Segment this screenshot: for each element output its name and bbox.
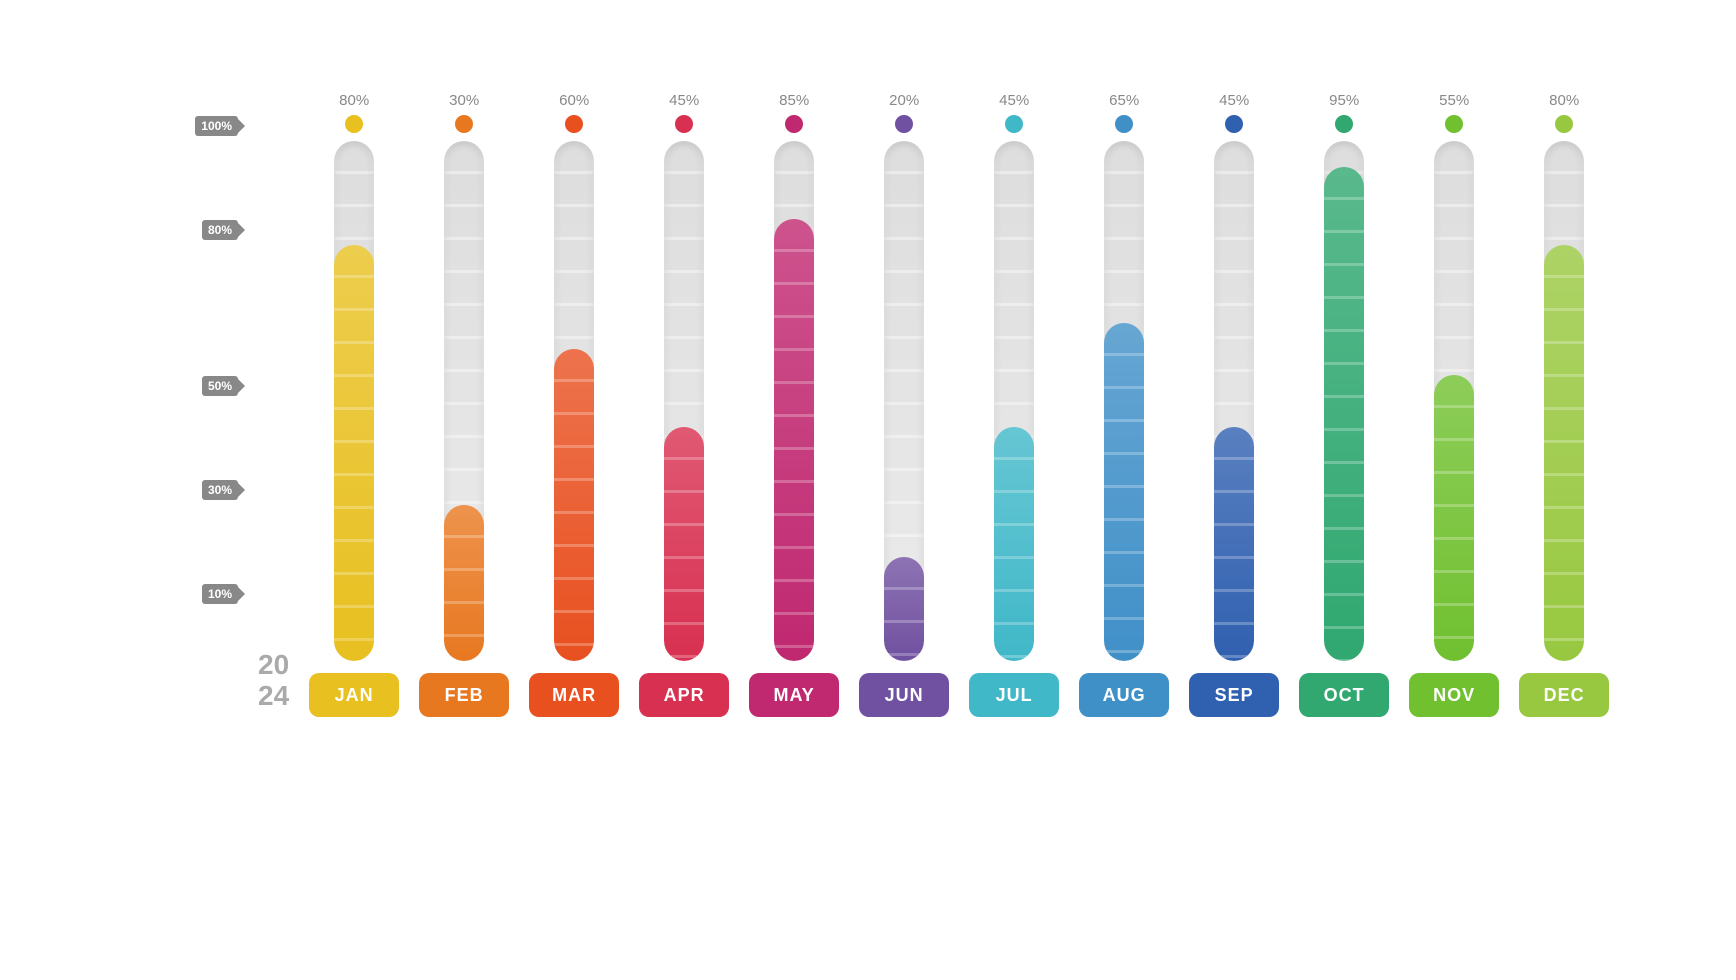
month-badge-jan: JAN (309, 673, 399, 717)
y-label-80: 80% (202, 220, 238, 240)
dot-jan (345, 115, 363, 133)
percent-label-feb: 30% (449, 92, 479, 109)
bar-fill-oct (1324, 167, 1364, 661)
bar-track-jul (994, 141, 1034, 661)
dot-apr (675, 115, 693, 133)
bar-fill-jun (884, 557, 924, 661)
month-col-feb: 30% FEB (409, 92, 519, 717)
bar-fill-feb (444, 505, 484, 661)
month-col-dec: 80% DEC (1509, 92, 1619, 717)
month-col-jan: 80% JAN (299, 92, 409, 717)
year-line1: 20 (258, 650, 289, 681)
month-badge-mar: MAR (529, 673, 619, 717)
dot-may (785, 115, 803, 133)
percent-label-jun: 20% (889, 92, 919, 109)
bar-fill-dec (1544, 245, 1584, 661)
y-label-30: 30% (202, 480, 238, 500)
main-container: 100% 80% 50% 30% 10% 20 24 80% JAN 30% FEB 60% MA… (68, 40, 1668, 940)
month-badge-dec: DEC (1519, 673, 1609, 717)
bar-fill-jul (994, 427, 1034, 661)
month-badge-oct: OCT (1299, 673, 1389, 717)
month-col-nov: 55% NOV (1399, 92, 1509, 717)
dot-mar (565, 115, 583, 133)
bar-track-feb (444, 141, 484, 661)
bar-fill-mar (554, 349, 594, 661)
bar-fill-may (774, 219, 814, 661)
bar-track-sep (1214, 141, 1254, 661)
bar-track-jun (884, 141, 924, 661)
bar-track-nov (1434, 141, 1474, 661)
month-badge-apr: APR (639, 673, 729, 717)
dot-dec (1555, 115, 1573, 133)
bar-track-apr (664, 141, 704, 661)
bar-track-oct (1324, 141, 1364, 661)
month-badge-jun: JUN (859, 673, 949, 717)
y-label-100: 100% (195, 116, 238, 136)
month-badge-aug: AUG (1079, 673, 1169, 717)
bar-fill-apr (664, 427, 704, 661)
bar-track-mar (554, 141, 594, 661)
month-badge-nov: NOV (1409, 673, 1499, 717)
bar-track-jan (334, 141, 374, 661)
months-section: 20 24 80% JAN 30% FEB 60% MAR 45% APR 85% MAY 20% J… (258, 92, 1619, 717)
percent-label-may: 85% (779, 92, 809, 109)
bar-fill-nov (1434, 375, 1474, 661)
month-col-aug: 65% AUG (1069, 92, 1179, 717)
bar-fill-sep (1214, 427, 1254, 661)
y-label-50: 50% (202, 376, 238, 396)
month-badge-sep: SEP (1189, 673, 1279, 717)
percent-label-apr: 45% (669, 92, 699, 109)
dot-nov (1445, 115, 1463, 133)
dot-jun (895, 115, 913, 133)
month-col-apr: 45% APR (629, 92, 739, 717)
month-badge-jul: JUL (969, 673, 1059, 717)
y-label-10: 10% (202, 584, 238, 604)
month-col-oct: 95% OCT (1289, 92, 1399, 717)
year-label: 20 24 (258, 650, 289, 712)
percent-label-oct: 95% (1329, 92, 1359, 109)
dot-sep (1225, 115, 1243, 133)
percent-label-jan: 80% (339, 92, 369, 109)
dot-jul (1005, 115, 1023, 133)
month-col-sep: 45% SEP (1179, 92, 1289, 717)
percent-label-mar: 60% (559, 92, 589, 109)
bar-fill-jan (334, 245, 374, 661)
month-col-may: 85% MAY (739, 92, 849, 717)
chart-area: 100% 80% 50% 30% 10% 20 24 80% JAN 30% FEB 60% MA… (68, 92, 1668, 717)
bar-fill-aug (1104, 323, 1144, 661)
month-badge-may: MAY (749, 673, 839, 717)
month-col-jul: 45% JUL (959, 92, 1069, 717)
bar-track-aug (1104, 141, 1144, 661)
percent-label-nov: 55% (1439, 92, 1469, 109)
percent-label-sep: 45% (1219, 92, 1249, 109)
month-col-jun: 20% JUN (849, 92, 959, 717)
y-axis: 100%80%50%30%10% (168, 127, 238, 647)
month-col-mar: 60% MAR (519, 92, 629, 717)
percent-label-dec: 80% (1549, 92, 1579, 109)
dot-feb (455, 115, 473, 133)
dot-aug (1115, 115, 1133, 133)
month-badge-feb: FEB (419, 673, 509, 717)
year-line2: 24 (258, 681, 289, 712)
bar-track-dec (1544, 141, 1584, 661)
dot-oct (1335, 115, 1353, 133)
percent-label-jul: 45% (999, 92, 1029, 109)
percent-label-aug: 65% (1109, 92, 1139, 109)
bar-track-may (774, 141, 814, 661)
